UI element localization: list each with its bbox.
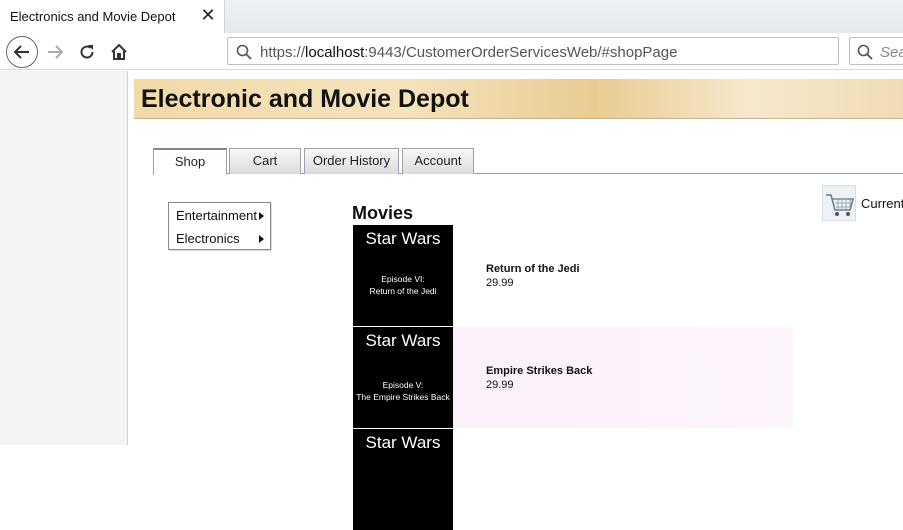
product-price: 29.99 (486, 379, 514, 391)
search-icon (236, 44, 252, 60)
product-poster[interactable]: Star Wars (353, 429, 453, 530)
product-row[interactable]: Star Wars Episode VI: Return of the Jedi… (353, 225, 793, 326)
menu-item-label: Entertainment (176, 208, 257, 223)
arrow-right-icon (48, 45, 64, 59)
forward-button[interactable] (40, 37, 70, 67)
close-icon[interactable]: ✕ (199, 5, 217, 25)
url-text: https://localhost:9443/CustomerOrderServ… (260, 44, 677, 61)
poster-subtitle: Return of the Jedi (369, 286, 437, 296)
cart-status: Current (861, 196, 903, 211)
product-row[interactable]: Star Wars (353, 429, 793, 530)
web-page: Electronic and Movie Depot Shop Cart Ord… (129, 71, 903, 530)
tab-shop[interactable]: Shop (153, 148, 227, 175)
poster-title: Star Wars (365, 331, 441, 350)
browser-tab-strip: Electronics and Movie Depot ✕ (0, 0, 903, 34)
home-button[interactable] (104, 37, 134, 67)
shop-tabs: Shop Cart Order History Account (153, 148, 903, 175)
arrow-left-icon (13, 45, 29, 59)
home-icon (111, 43, 127, 60)
tab-strip-background (225, 0, 903, 33)
category-menu: Entertainment Electronics (168, 202, 271, 250)
shopping-cart-icon[interactable] (822, 185, 856, 221)
url-bar[interactable]: https://localhost:9443/CustomerOrderServ… (227, 37, 839, 65)
poster-episode: Episode VI: (381, 274, 425, 284)
tab-cart[interactable]: Cart (229, 148, 301, 174)
url-prefix: https:// (260, 44, 306, 61)
back-button[interactable] (6, 36, 38, 68)
poster-title: Star Wars (365, 433, 441, 452)
url-host: localhost (305, 44, 365, 61)
browser-tab-title: Electronics and Movie Depot (10, 9, 176, 24)
tab-order-history[interactable]: Order History (304, 148, 399, 174)
browser-search-field[interactable]: Sea (849, 37, 903, 65)
poster-subtitle: The Empire Strikes Back (356, 392, 450, 402)
site-title: Electronic and Movie Depot (141, 85, 469, 113)
submenu-arrow-icon (259, 212, 264, 220)
product-name[interactable]: Return of the Jedi (486, 263, 580, 275)
reload-button[interactable] (72, 37, 102, 67)
menu-item-entertainment[interactable]: Entertainment (176, 205, 270, 227)
product-name[interactable]: Empire Strikes Back (486, 365, 592, 377)
menu-item-label: Electronics (176, 231, 240, 246)
section-title: Movies (352, 203, 414, 223)
reload-icon (80, 45, 94, 59)
cart-glyph (826, 194, 855, 216)
product-poster[interactable]: Star Wars Episode VI: Return of the Jedi (353, 225, 453, 326)
browser-sidebar (0, 71, 128, 445)
menu-item-electronics[interactable]: Electronics (176, 228, 270, 250)
search-icon (857, 44, 873, 60)
browser-tab[interactable]: Electronics and Movie Depot ✕ (0, 0, 225, 34)
product-poster[interactable]: Star Wars Episode V: The Empire Strikes … (353, 327, 453, 428)
search-placeholder: Sea (880, 44, 903, 61)
product-price: 29.99 (486, 277, 514, 289)
site-banner: Electronic and Movie Depot (134, 79, 903, 119)
tab-account[interactable]: Account (402, 148, 474, 174)
submenu-arrow-icon (259, 235, 264, 243)
poster-episode: Episode V: (382, 380, 424, 390)
navigation-bar: https://localhost:9443/CustomerOrderServ… (0, 33, 903, 70)
poster-title: Star Wars (365, 229, 441, 248)
url-path: :9443/CustomerOrderServicesWeb/#shopPage (364, 44, 678, 61)
product-row[interactable]: Star Wars Episode V: The Empire Strikes … (353, 327, 793, 428)
